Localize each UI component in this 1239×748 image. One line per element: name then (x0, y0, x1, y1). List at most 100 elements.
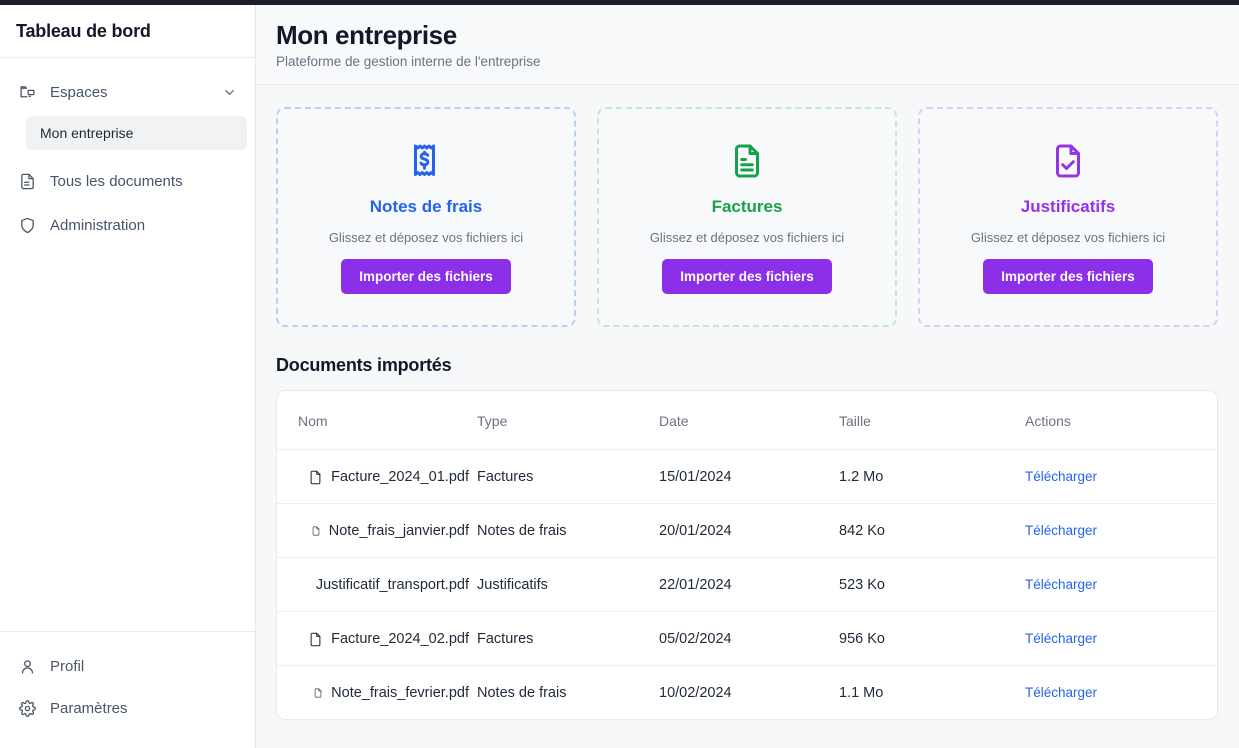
sidebar-footer-label: Profil (50, 657, 85, 675)
app-root: Tableau de bord Espaces Mon entreprise T… (0, 5, 1239, 748)
main-content: Mon entreprise Plateforme de gestion int… (256, 5, 1239, 748)
cell-type: Notes de frais (477, 503, 659, 558)
cell-date: 05/02/2024 (659, 611, 839, 666)
sidebar-title: Tableau de bord (16, 20, 151, 41)
file-icon (313, 688, 323, 698)
sidebar-footer-label: Paramètres (50, 699, 128, 717)
sidebar-subitem-label: Mon entreprise (40, 125, 134, 141)
file-name: Note_frais_fevrier.pdf (331, 685, 469, 701)
content-area: Notes de frais Glissez et déposez vos fi… (256, 85, 1239, 748)
table-header-row: Nom Type Date Taille Actions (277, 391, 1217, 450)
column-header-actions: Actions (1025, 391, 1217, 450)
cell-type: Notes de frais (477, 685, 567, 701)
cell-actions: Télécharger (1025, 611, 1217, 666)
cell-nom: Note_frais_janvier.pdf (277, 503, 477, 558)
sidebar-header: Tableau de bord (0, 5, 255, 58)
table-row: Facture_2024_02.pdf Factures 05/02/2024 … (277, 611, 1217, 666)
cell-actions: Télécharger (1025, 666, 1217, 720)
column-header-taille[interactable]: Taille (839, 391, 1025, 450)
document-check-icon (1050, 140, 1086, 182)
sidebar-item-profil[interactable]: Profil (8, 646, 247, 686)
dropzone-justificatifs[interactable]: Justificatifs Glissez et déposez vos fic… (918, 107, 1218, 327)
dropzone-title: Factures (711, 197, 783, 216)
cell-date: 20/01/2024 (659, 503, 839, 558)
chevron-down-icon[interactable] (222, 85, 237, 100)
sidebar-item-mon-entreprise[interactable]: Mon entreprise (26, 116, 247, 150)
cell-date: 10/02/2024 (659, 685, 732, 701)
documents-table-head: Nom Type Date Taille Actions (277, 391, 1217, 450)
cell-type: Factures (477, 449, 659, 504)
file-icon (308, 470, 323, 485)
documents-table-card: Nom Type Date Taille Actions Facture_202… (276, 390, 1218, 720)
cell-date: 22/01/2024 (659, 557, 839, 612)
document-lines-icon (729, 140, 765, 182)
sidebar-group-espaces[interactable]: Espaces (8, 72, 247, 112)
download-link[interactable]: Télécharger (1025, 469, 1097, 484)
cell-nom: Facture_2024_02.pdf (277, 611, 477, 666)
dropzone-notes-de-frais[interactable]: Notes de frais Glissez et déposez vos fi… (276, 107, 576, 327)
gear-icon (18, 699, 36, 717)
dropzone-row: Notes de frais Glissez et déposez vos fi… (276, 107, 1218, 327)
sidebar-group-label: Espaces (50, 83, 108, 101)
file-name: Facture_2024_02.pdf (331, 631, 469, 647)
spaces-icon (18, 83, 36, 101)
table-row: Note_frais_fevrier.pdf Notes de frais 10… (277, 666, 1217, 720)
file-name: Facture_2024_01.pdf (331, 469, 469, 485)
table-row: Note_frais_janvier.pdf Notes de frais 20… (277, 503, 1217, 558)
documents-section-title: Documents importés (276, 355, 452, 375)
cell-taille: 1.1 Mo (839, 685, 884, 701)
cell-nom: Justificatif_transport.pdf (277, 557, 477, 612)
cell-taille: 956 Ko (839, 611, 1025, 666)
documents-table-body: Facture_2024_01.pdf Factures 15/01/2024 … (277, 449, 1217, 720)
cell-taille: 842 Ko (839, 503, 1025, 558)
cell-date: 15/01/2024 (659, 449, 839, 504)
download-link[interactable]: Télécharger (1025, 523, 1097, 538)
sidebar-nav: Espaces Mon entreprise Tous les document… (0, 58, 255, 631)
cell-type: Factures (477, 611, 659, 666)
download-link[interactable]: Télécharger (1025, 685, 1097, 700)
column-header-date[interactable]: Date (659, 391, 839, 450)
column-header-type[interactable]: Type (477, 391, 659, 450)
sidebar-footer: Profil Paramètres (0, 631, 255, 748)
cell-actions: Télécharger (1025, 449, 1217, 504)
table-row: Facture_2024_01.pdf Factures 15/01/2024 … (277, 449, 1217, 504)
sidebar-item-label: Tous les documents (50, 172, 183, 190)
page-header: Mon entreprise Plateforme de gestion int… (256, 5, 1239, 85)
file-name: Note_frais_janvier.pdf (328, 523, 469, 539)
import-files-button[interactable]: Importer des fichiers (341, 259, 511, 294)
receipt-dollar-icon (408, 140, 444, 182)
dropzone-hint: Glissez et déposez vos fichiers ici (649, 230, 845, 245)
import-files-button[interactable]: Importer des fichiers (662, 259, 832, 294)
cell-actions: Télécharger (1025, 557, 1217, 612)
table-row: Justificatif_transport.pdf Justificatifs… (277, 557, 1217, 612)
page-title: Mon entreprise (276, 20, 457, 50)
cell-nom: Note_frais_fevrier.pdf (277, 666, 477, 720)
document-icon (18, 172, 36, 190)
cell-actions: Télécharger (1025, 503, 1217, 558)
sidebar-item-tous-les-documents[interactable]: Tous les documents (8, 160, 247, 202)
sidebar-item-label: Administration (50, 216, 146, 234)
import-files-button[interactable]: Importer des fichiers (983, 259, 1153, 294)
file-icon (308, 632, 323, 647)
cell-taille: 523 Ko (839, 557, 1025, 612)
dropzone-hint: Glissez et déposez vos fichiers ici (328, 230, 524, 245)
dropzone-factures[interactable]: Factures Glissez et déposez vos fichiers… (597, 107, 897, 327)
file-name: Justificatif_transport.pdf (315, 577, 469, 593)
sidebar-item-parametres[interactable]: Paramètres (8, 688, 247, 728)
dropzone-title: Justificatifs (1020, 197, 1116, 216)
file-icon (311, 526, 321, 536)
page-subtitle: Plateforme de gestion interne de l'entre… (276, 54, 541, 69)
dropzone-hint: Glissez et déposez vos fichiers ici (970, 230, 1166, 245)
shield-icon (18, 216, 36, 234)
sidebar: Tableau de bord Espaces Mon entreprise T… (0, 5, 256, 748)
cell-type: Justificatifs (477, 557, 659, 612)
user-icon (18, 657, 36, 675)
documents-table: Nom Type Date Taille Actions Facture_202… (277, 391, 1217, 719)
column-header-nom[interactable]: Nom (277, 391, 477, 450)
sidebar-item-administration[interactable]: Administration (8, 204, 247, 246)
dropzone-title: Notes de frais (369, 197, 483, 216)
download-link[interactable]: Télécharger (1025, 631, 1097, 646)
download-link[interactable]: Télécharger (1025, 577, 1097, 592)
cell-nom: Facture_2024_01.pdf (277, 449, 477, 504)
cell-taille: 1.2 Mo (839, 449, 1025, 504)
